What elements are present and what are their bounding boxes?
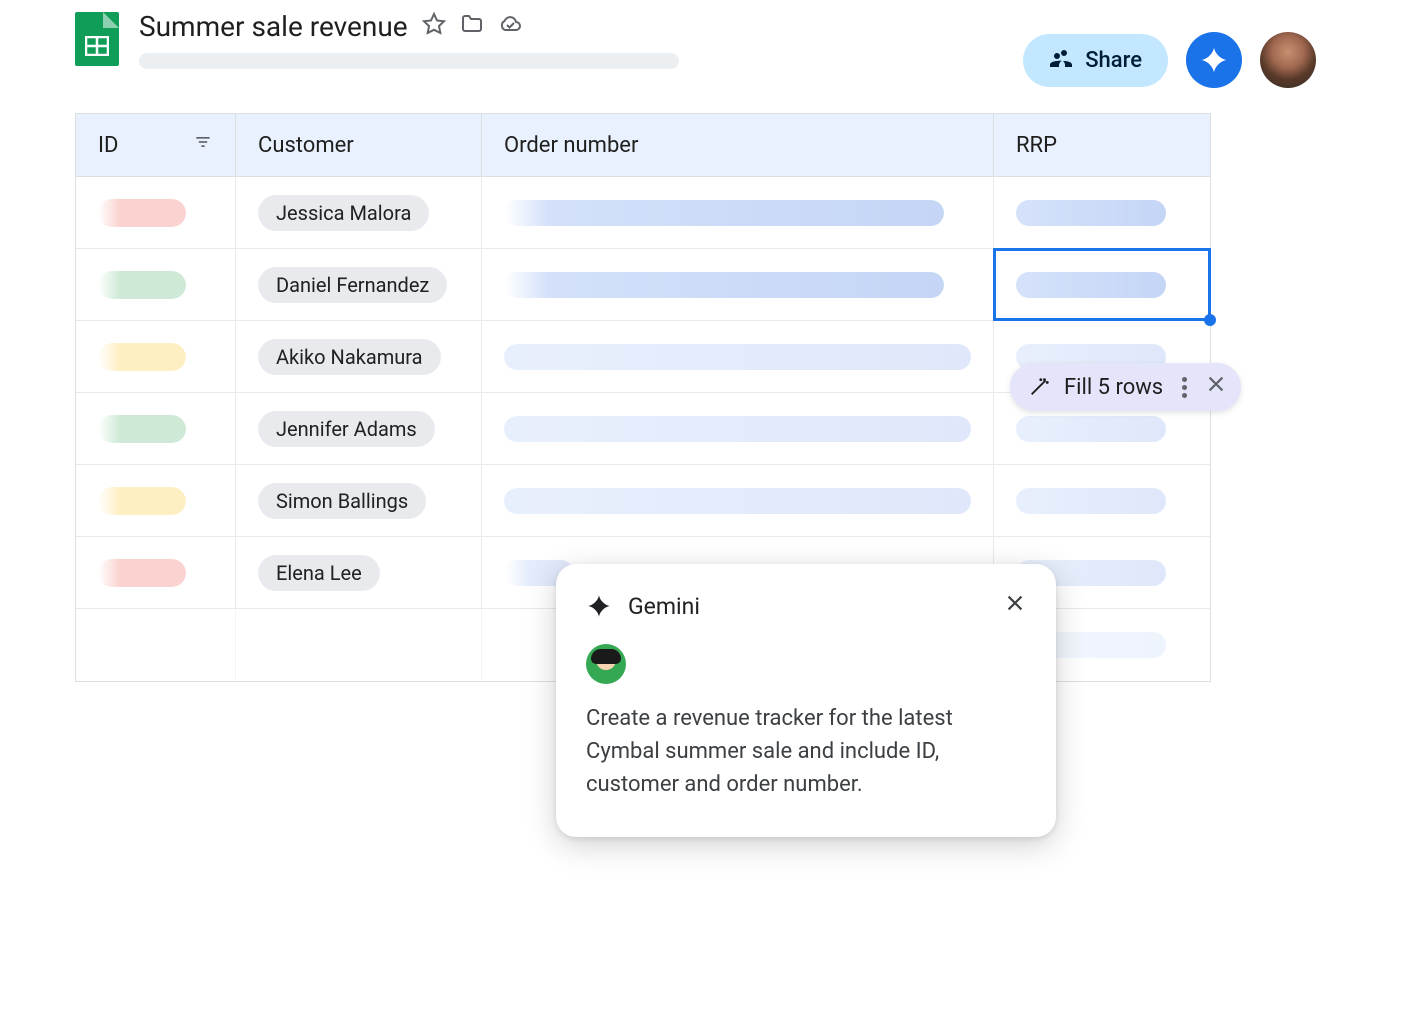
cell-rrp[interactable] bbox=[994, 177, 1210, 248]
cell-id[interactable] bbox=[76, 537, 236, 608]
value-bar bbox=[1016, 488, 1166, 514]
move-folder-icon[interactable] bbox=[460, 12, 484, 42]
value-bar bbox=[1016, 200, 1166, 226]
column-header-rrp[interactable]: RRP bbox=[994, 114, 1210, 176]
cloud-status-icon[interactable] bbox=[498, 12, 522, 42]
cell-order[interactable] bbox=[482, 465, 994, 536]
fill-suggestion-label: Fill 5 rows bbox=[1064, 375, 1163, 400]
column-header-label: Order number bbox=[504, 133, 638, 158]
cell-id[interactable] bbox=[76, 393, 236, 464]
cell-customer[interactable]: Jennifer Adams bbox=[236, 393, 482, 464]
menu-bar-placeholder bbox=[139, 53, 679, 69]
cell-rrp[interactable] bbox=[994, 465, 1210, 536]
table-row: Jessica Malora bbox=[76, 177, 1210, 249]
more-options-icon[interactable] bbox=[1177, 377, 1191, 398]
gemini-button[interactable] bbox=[1186, 32, 1242, 88]
cell-customer[interactable] bbox=[236, 609, 482, 681]
sheets-app-icon bbox=[75, 12, 119, 66]
account-avatar[interactable] bbox=[1260, 32, 1316, 88]
value-bar bbox=[504, 416, 971, 442]
cell-id[interactable] bbox=[76, 609, 236, 681]
cell-customer[interactable]: Simon Ballings bbox=[236, 465, 482, 536]
customer-chip: Simon Ballings bbox=[258, 483, 426, 519]
gemini-panel: Gemini Create a revenue tracker for the … bbox=[556, 564, 1056, 837]
cell-customer[interactable]: Daniel Fernandez bbox=[236, 249, 482, 320]
id-pill bbox=[98, 343, 186, 371]
customer-chip: Jennifer Adams bbox=[258, 411, 435, 447]
id-pill bbox=[98, 271, 186, 299]
column-header-customer[interactable]: Customer bbox=[236, 114, 482, 176]
cell-customer[interactable]: Jessica Malora bbox=[236, 177, 482, 248]
cell-customer[interactable]: Elena Lee bbox=[236, 537, 482, 608]
cell-order[interactable] bbox=[482, 393, 994, 464]
cell-order[interactable] bbox=[482, 249, 994, 320]
cell-id[interactable] bbox=[76, 249, 236, 320]
value-bar bbox=[1016, 416, 1166, 442]
share-button[interactable]: Share bbox=[1023, 34, 1168, 87]
filter-icon[interactable] bbox=[193, 132, 213, 158]
customer-chip: Akiko Nakamura bbox=[258, 339, 441, 375]
id-pill bbox=[98, 199, 186, 227]
share-button-label: Share bbox=[1085, 48, 1142, 73]
column-header-label: Customer bbox=[258, 133, 354, 158]
star-icon[interactable] bbox=[422, 12, 446, 42]
close-icon[interactable] bbox=[1004, 592, 1026, 620]
document-title[interactable]: Summer sale revenue bbox=[139, 10, 408, 43]
column-header-label: ID bbox=[98, 133, 118, 158]
gemini-user-avatar bbox=[586, 644, 626, 684]
customer-chip: Elena Lee bbox=[258, 555, 380, 591]
cell-id[interactable] bbox=[76, 465, 236, 536]
value-bar bbox=[504, 488, 971, 514]
cell-id[interactable] bbox=[76, 321, 236, 392]
value-bar bbox=[504, 272, 944, 298]
id-pill bbox=[98, 487, 186, 515]
fill-suggestion-chip[interactable]: Fill 5 rows bbox=[1010, 363, 1241, 411]
cell-customer[interactable]: Akiko Nakamura bbox=[236, 321, 482, 392]
value-bar bbox=[504, 200, 944, 226]
cell-rrp-selected[interactable] bbox=[994, 249, 1210, 320]
value-bar bbox=[1016, 272, 1166, 298]
table-row: Daniel Fernandez bbox=[76, 249, 1210, 321]
cell-order[interactable] bbox=[482, 321, 994, 392]
cell-id[interactable] bbox=[76, 177, 236, 248]
column-header-label: RRP bbox=[1016, 133, 1057, 158]
column-header-id[interactable]: ID bbox=[76, 114, 236, 176]
gemini-prompt-text: Create a revenue tracker for the latest … bbox=[586, 702, 1026, 801]
customer-chip: Daniel Fernandez bbox=[258, 267, 447, 303]
close-icon[interactable] bbox=[1205, 373, 1227, 401]
value-bar bbox=[504, 344, 971, 370]
table-row: Simon Ballings bbox=[76, 465, 1210, 537]
id-pill bbox=[98, 559, 186, 587]
table-header-row: ID Customer Order number RRP bbox=[76, 113, 1210, 177]
customer-chip: Jessica Malora bbox=[258, 195, 429, 231]
gemini-spark-icon bbox=[586, 593, 612, 619]
id-pill bbox=[98, 415, 186, 443]
gemini-title: Gemini bbox=[628, 593, 700, 620]
cell-order[interactable] bbox=[482, 177, 994, 248]
magic-wand-icon bbox=[1028, 376, 1050, 398]
column-header-order[interactable]: Order number bbox=[482, 114, 994, 176]
